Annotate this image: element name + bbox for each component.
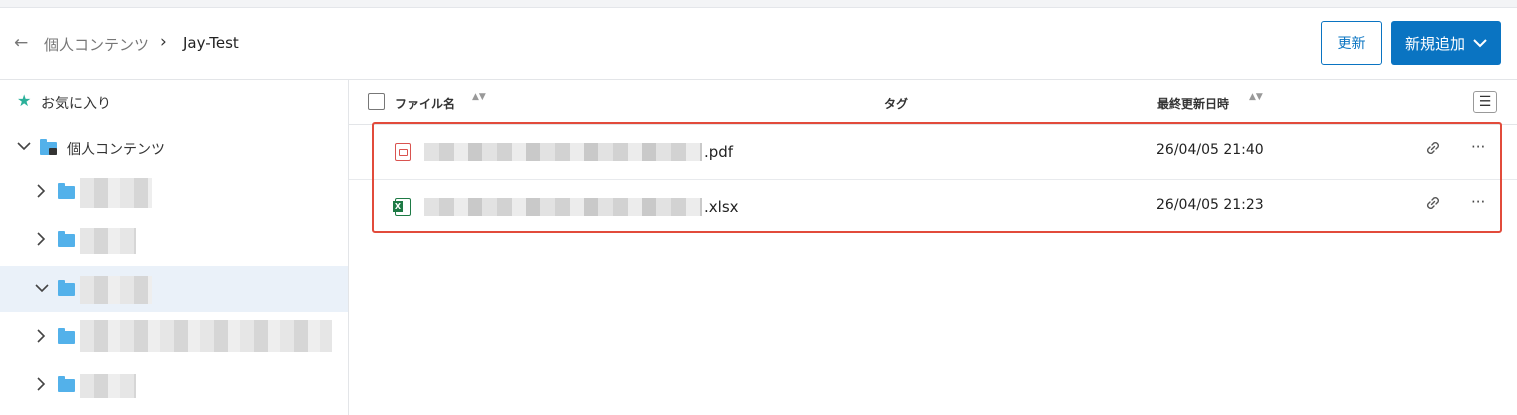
sidebar-item-folder[interactable] — [0, 362, 348, 408]
redacted-folder-name — [80, 374, 136, 398]
refresh-button[interactable]: 更新 — [1321, 21, 1382, 65]
refresh-button-label: 更新 — [1337, 36, 1366, 52]
link-icon[interactable] — [1424, 139, 1442, 157]
breadcrumb-current-folder: Jay-Test — [183, 34, 239, 52]
redacted-folder-name — [80, 178, 152, 208]
sidebar-item-label: 個人コンテンツ — [67, 142, 165, 158]
chevron-right-icon[interactable] — [37, 377, 46, 391]
link-icon[interactable] — [1424, 194, 1442, 212]
chevron-right-icon[interactable] — [37, 184, 46, 198]
file-list: ファイル名 ▲▼ タグ 最終更新日時 ▲▼ ☰ .pdf 26/04/05 21… — [349, 80, 1517, 415]
file-extension: .pdf — [704, 143, 734, 161]
redacted-file-name — [424, 143, 702, 161]
top-strip — [0, 0, 1517, 8]
file-updated-date: 26/04/05 21:23 — [1156, 197, 1264, 213]
sidebar-item-folder[interactable] — [0, 314, 348, 360]
folder-icon — [58, 183, 75, 199]
more-options-icon[interactable]: ··· — [1471, 193, 1485, 211]
table-row[interactable]: X .xlsx 26/04/05 21:23 ··· — [349, 180, 1517, 234]
folder-icon — [58, 376, 75, 392]
lock-icon — [49, 148, 57, 155]
excel-file-icon: X — [393, 198, 411, 216]
breadcrumb-separator-icon: › — [160, 32, 167, 52]
sidebar: ★ お気に入り 個人コンテンツ — [0, 80, 349, 415]
folder-icon — [58, 328, 75, 344]
sort-icon[interactable]: ▲▼ — [472, 93, 486, 102]
redacted-file-name — [424, 198, 702, 216]
sort-icon[interactable]: ▲▼ — [1249, 93, 1263, 102]
file-updated-date: 26/04/05 21:40 — [1156, 142, 1264, 158]
redacted-folder-name — [80, 276, 152, 304]
sidebar-item-label: お気に入り — [41, 96, 111, 112]
sidebar-item-folder-selected[interactable] — [0, 266, 348, 312]
sidebar-item-personal-content[interactable]: 個人コンテンツ — [0, 126, 348, 172]
add-new-button-label: 新規追加 — [1404, 34, 1465, 53]
table-header: ファイル名 ▲▼ タグ 最終更新日時 ▲▼ ☰ — [349, 80, 1517, 125]
header: ← 個人コンテンツ › Jay-Test 更新 新規追加 — [0, 8, 1517, 80]
redacted-folder-name — [80, 228, 136, 254]
file-extension: .xlsx — [704, 198, 739, 216]
chevron-down-icon[interactable] — [17, 142, 31, 151]
sidebar-item-favorites[interactable]: ★ お気に入り — [0, 80, 348, 126]
pdf-file-icon — [395, 143, 411, 161]
column-header-filename[interactable]: ファイル名 — [395, 95, 455, 112]
column-header-updated[interactable]: 最終更新日時 — [1157, 95, 1229, 112]
add-new-button[interactable]: 新規追加 — [1391, 21, 1501, 65]
table-row[interactable]: .pdf 26/04/05 21:40 ··· — [349, 125, 1517, 180]
sidebar-item-folder[interactable] — [0, 218, 348, 264]
file-name[interactable]: .pdf — [424, 142, 733, 162]
sidebar-item-folder[interactable] — [0, 170, 348, 216]
column-header-tag: タグ — [884, 97, 909, 111]
column-settings-button[interactable]: ☰ — [1473, 91, 1497, 113]
chevron-right-icon[interactable] — [37, 232, 46, 246]
folder-icon — [58, 280, 75, 296]
redacted-folder-name — [80, 320, 332, 352]
more-options-icon[interactable]: ··· — [1471, 138, 1485, 156]
star-icon: ★ — [17, 91, 32, 110]
select-all-checkbox[interactable] — [368, 93, 385, 110]
chevron-right-icon[interactable] — [37, 329, 46, 343]
back-arrow-icon[interactable]: ← — [14, 33, 28, 53]
file-name[interactable]: .xlsx — [424, 197, 739, 217]
breadcrumb-personal-content[interactable]: 個人コンテンツ — [44, 34, 149, 55]
chevron-down-icon[interactable] — [35, 284, 49, 293]
folder-icon — [58, 231, 75, 247]
chevron-down-icon — [1473, 38, 1487, 47]
